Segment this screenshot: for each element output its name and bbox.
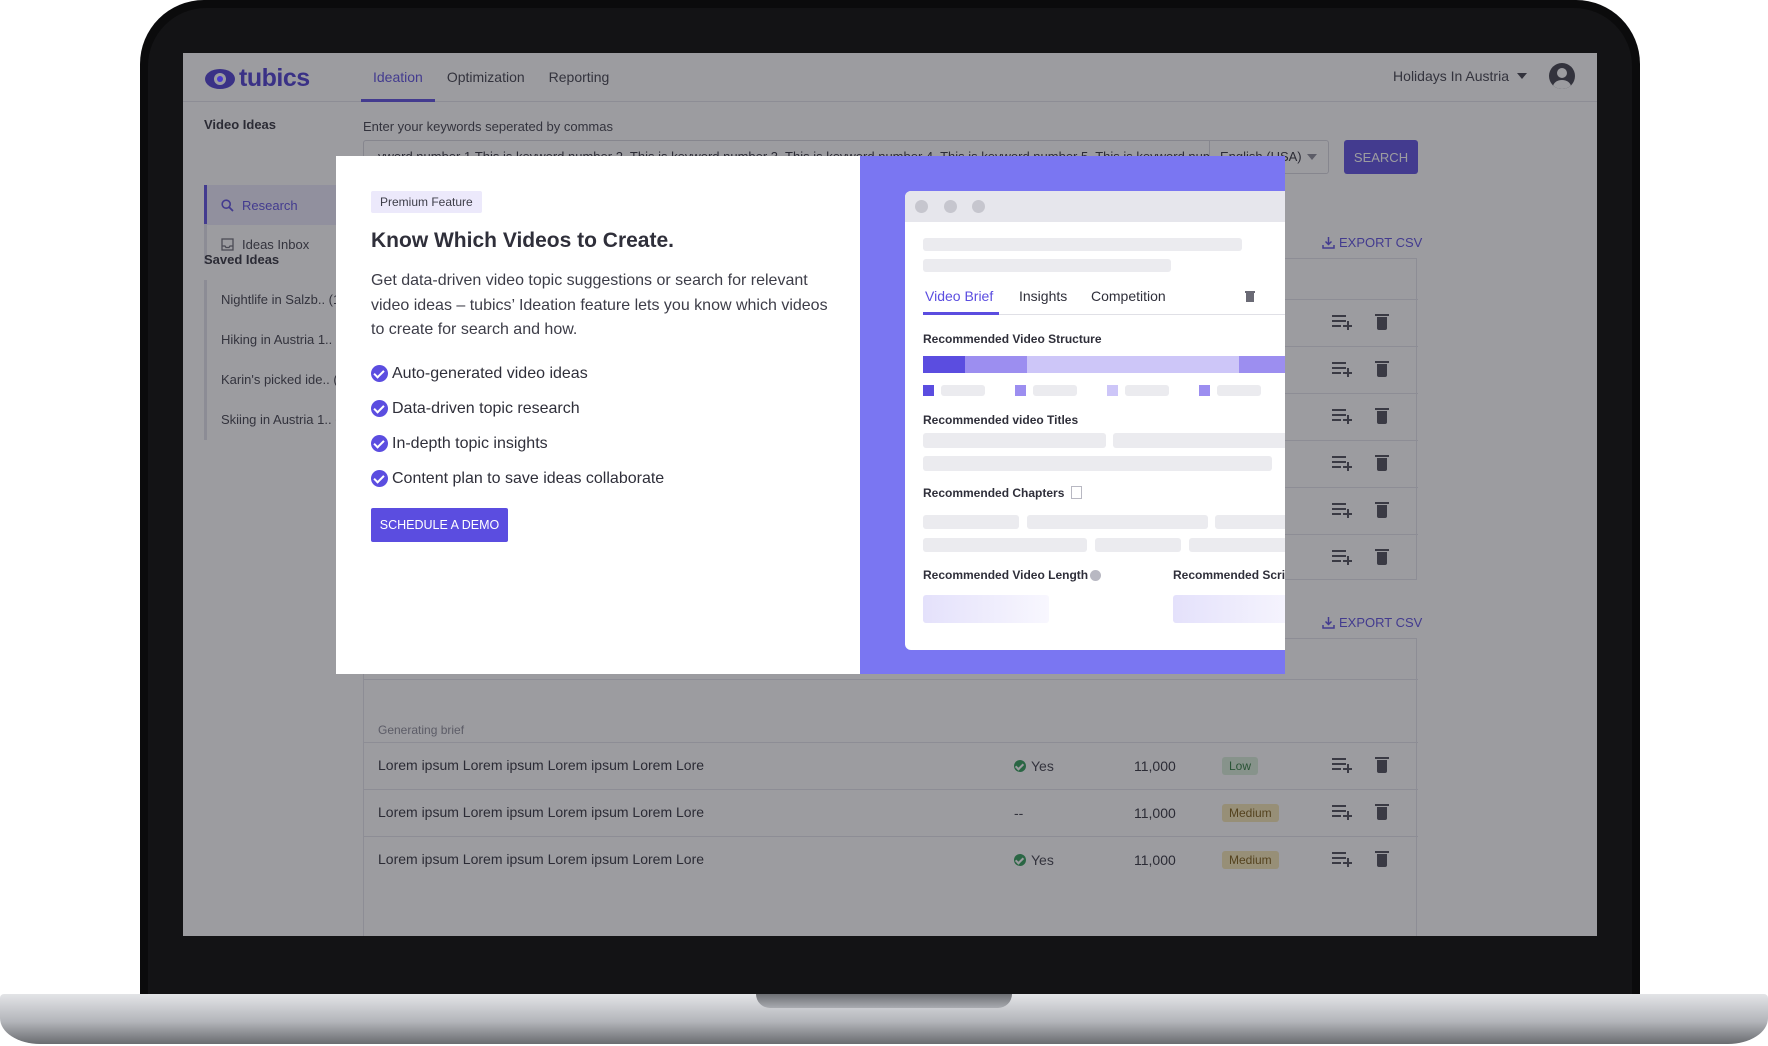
brief-preview-window: Video Brief Insights Competition Recomme… [905,191,1285,650]
skeleton-line [1215,515,1285,529]
laptop-frame: tubics Ideation Optimization Reporting H… [0,0,1768,1046]
structure-heading: Recommended Video Structure [923,332,1102,346]
script-heading: Recommended Scrip [1173,568,1285,582]
laptop-notch [756,994,1012,1008]
legend-swatch [1107,385,1118,396]
skeleton-line [1125,385,1169,396]
window-dot-icon [972,200,985,213]
skeleton-line [1027,515,1208,529]
check-circle-icon [371,400,388,417]
check-circle-icon [371,470,388,487]
tab-insights[interactable]: Insights [1019,288,1067,304]
feature-label: In-depth topic insights [392,434,548,452]
feature-list: Auto-generated video ideas Data-driven t… [371,356,664,496]
skeleton-line [1113,433,1285,448]
modal-content: Premium Feature Know Which Videos to Cre… [336,156,860,674]
feature-item: Auto-generated video ideas [371,356,664,391]
preview-panel: Video Brief Insights Competition Recomme… [860,156,1285,674]
feature-label: Auto-generated video ideas [392,364,588,382]
check-circle-icon [371,435,388,452]
app-screen: tubics Ideation Optimization Reporting H… [183,53,1597,936]
check-circle-icon [371,365,388,382]
legend-swatch [1199,385,1210,396]
legend-swatch [1015,385,1026,396]
feature-item: In-depth topic insights [371,426,664,461]
copy-icon[interactable] [1071,486,1082,499]
skeleton-line [1033,385,1077,396]
feature-label: Content plan to save ideas collaborate [392,469,665,487]
skeleton-line [1095,538,1181,552]
modal-title: Know Which Videos to Create. [371,229,674,252]
length-heading: Recommended Video Length [923,568,1089,582]
feature-item: Content plan to save ideas collaborate [371,461,664,496]
skeleton-line [1189,538,1285,552]
tab-video-brief[interactable]: Video Brief [925,288,993,304]
skeleton-line [941,385,985,396]
structure-bar [923,356,1285,373]
titles-heading: Recommended video Titles [923,413,1079,427]
trash-icon[interactable] [1245,290,1255,302]
premium-feature-modal: Premium Feature Know Which Videos to Cre… [336,156,1285,674]
schedule-demo-button[interactable]: SCHEDULE A DEMO [371,508,508,542]
window-chrome [905,191,1285,222]
feature-label: Data-driven topic research [392,399,580,417]
chapters-heading: Recommended Chapters [923,486,1065,500]
skeleton-line [923,538,1087,552]
active-tab-indicator [923,312,999,315]
script-placeholder [1173,595,1285,623]
info-icon[interactable] [1090,570,1101,581]
feature-item: Data-driven topic research [371,391,664,426]
length-placeholder [923,595,1049,623]
skeleton-line [923,456,1272,471]
tab-competition[interactable]: Competition [1091,288,1166,304]
skeleton-line [923,515,1019,529]
skeleton-line [923,259,1171,272]
legend-swatch [923,385,934,396]
premium-badge: Premium Feature [371,191,482,213]
window-dot-icon [944,200,957,213]
window-dot-icon [915,200,928,213]
skeleton-line [1217,385,1261,396]
skeleton-line [923,238,1242,251]
modal-description: Get data-driven video topic suggestions … [371,272,828,338]
skeleton-line [923,433,1106,448]
preview-tabs: Video Brief Insights Competition [923,286,1285,315]
